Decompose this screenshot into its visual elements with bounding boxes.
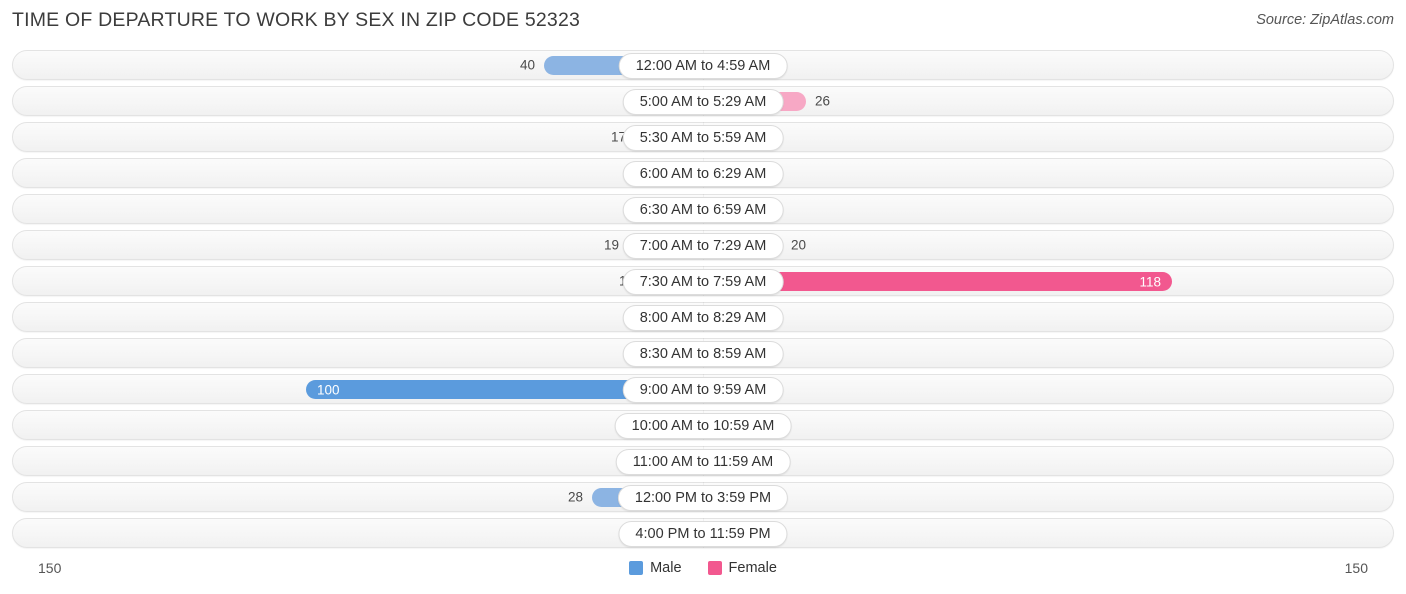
row-label-pill: 12:00 AM to 4:59 AM — [618, 53, 788, 79]
chart-row: 19 20 7:00 AM to 7:29 AM — [0, 230, 1406, 260]
row-label-pill: 7:00 AM to 7:29 AM — [622, 233, 784, 259]
legend-item-male[interactable]: Male — [629, 560, 682, 576]
legend-item-female[interactable]: Female — [707, 560, 777, 576]
chart-row: 10029:00 AM to 9:59 AM — [0, 374, 1406, 404]
row-label-pill: 5:00 AM to 5:29 AM — [622, 89, 784, 115]
chart-row: 7265:00 AM to 5:29 AM — [0, 86, 1406, 116]
chart-row: 108:30 AM to 8:59 AM — [0, 338, 1406, 368]
bar-value-female: 26 — [815, 93, 831, 109]
page-title: TIME OF DEPARTURE TO WORK BY SEX IN ZIP … — [12, 9, 581, 31]
chart-row: 0011:00 AM to 11:59 AM — [0, 446, 1406, 476]
chart-row: 1775:30 AM to 5:59 AM — [0, 122, 1406, 152]
row-label-pill: 8:30 AM to 8:59 AM — [622, 341, 784, 367]
row-label-pill: 9:00 AM to 9:59 AM — [622, 377, 784, 403]
bar-value-male: 19 — [603, 237, 619, 253]
chart-row: 118157:30 AM to 7:59 AM — [0, 266, 1406, 296]
source-attribution: Source: ZipAtlas.com — [1256, 12, 1394, 28]
row-label-pill: 12:00 PM to 3:59 PM — [617, 485, 789, 511]
chart-legend: Male Female — [0, 560, 1406, 576]
bar-value-male: 28 — [567, 489, 583, 505]
chart-page: TIME OF DEPARTURE TO WORK BY SEX IN ZIP … — [0, 0, 1406, 594]
row-label-pill: 5:30 AM to 5:59 AM — [622, 125, 784, 151]
legend-swatch-female-icon — [707, 561, 722, 575]
bar-value-female: 20 — [791, 237, 807, 253]
chart-row: 3146:30 AM to 6:59 AM — [0, 194, 1406, 224]
chart-row: 244:00 PM to 11:59 PM — [0, 518, 1406, 548]
chart-row: 608:00 AM to 8:29 AM — [0, 302, 1406, 332]
chart-row: 40012:00 AM to 4:59 AM — [0, 50, 1406, 80]
legend-label-female: Female — [728, 560, 777, 576]
bar-value-male: 100 — [317, 382, 340, 397]
chart-row: 1026:00 AM to 6:29 AM — [0, 158, 1406, 188]
legend-label-male: Male — [650, 560, 682, 576]
row-label-pill: 6:30 AM to 6:59 AM — [622, 197, 784, 223]
bar-value-male: 40 — [519, 57, 535, 73]
chart-footer: 150 150 Male Female — [0, 552, 1406, 594]
row-label-pill: 11:00 AM to 11:59 AM — [615, 449, 791, 475]
row-label-pill: 7:30 AM to 7:59 AM — [622, 269, 784, 295]
row-label-pill: 4:00 PM to 11:59 PM — [618, 521, 788, 547]
chart-row: 0010:00 AM to 10:59 AM — [0, 410, 1406, 440]
legend-swatch-male-icon — [629, 561, 644, 575]
diverging-bar-chart: 40012:00 AM to 4:59 AM7265:00 AM to 5:29… — [0, 50, 1406, 550]
row-label-pill: 8:00 AM to 8:29 AM — [622, 305, 784, 331]
bar-value-female: 118 — [1139, 274, 1161, 289]
chart-row: 281312:00 PM to 3:59 PM — [0, 482, 1406, 512]
row-label-pill: 10:00 AM to 10:59 AM — [614, 413, 792, 439]
chart-header: TIME OF DEPARTURE TO WORK BY SEX IN ZIP … — [0, 0, 1406, 44]
row-label-pill: 6:00 AM to 6:29 AM — [622, 161, 784, 187]
